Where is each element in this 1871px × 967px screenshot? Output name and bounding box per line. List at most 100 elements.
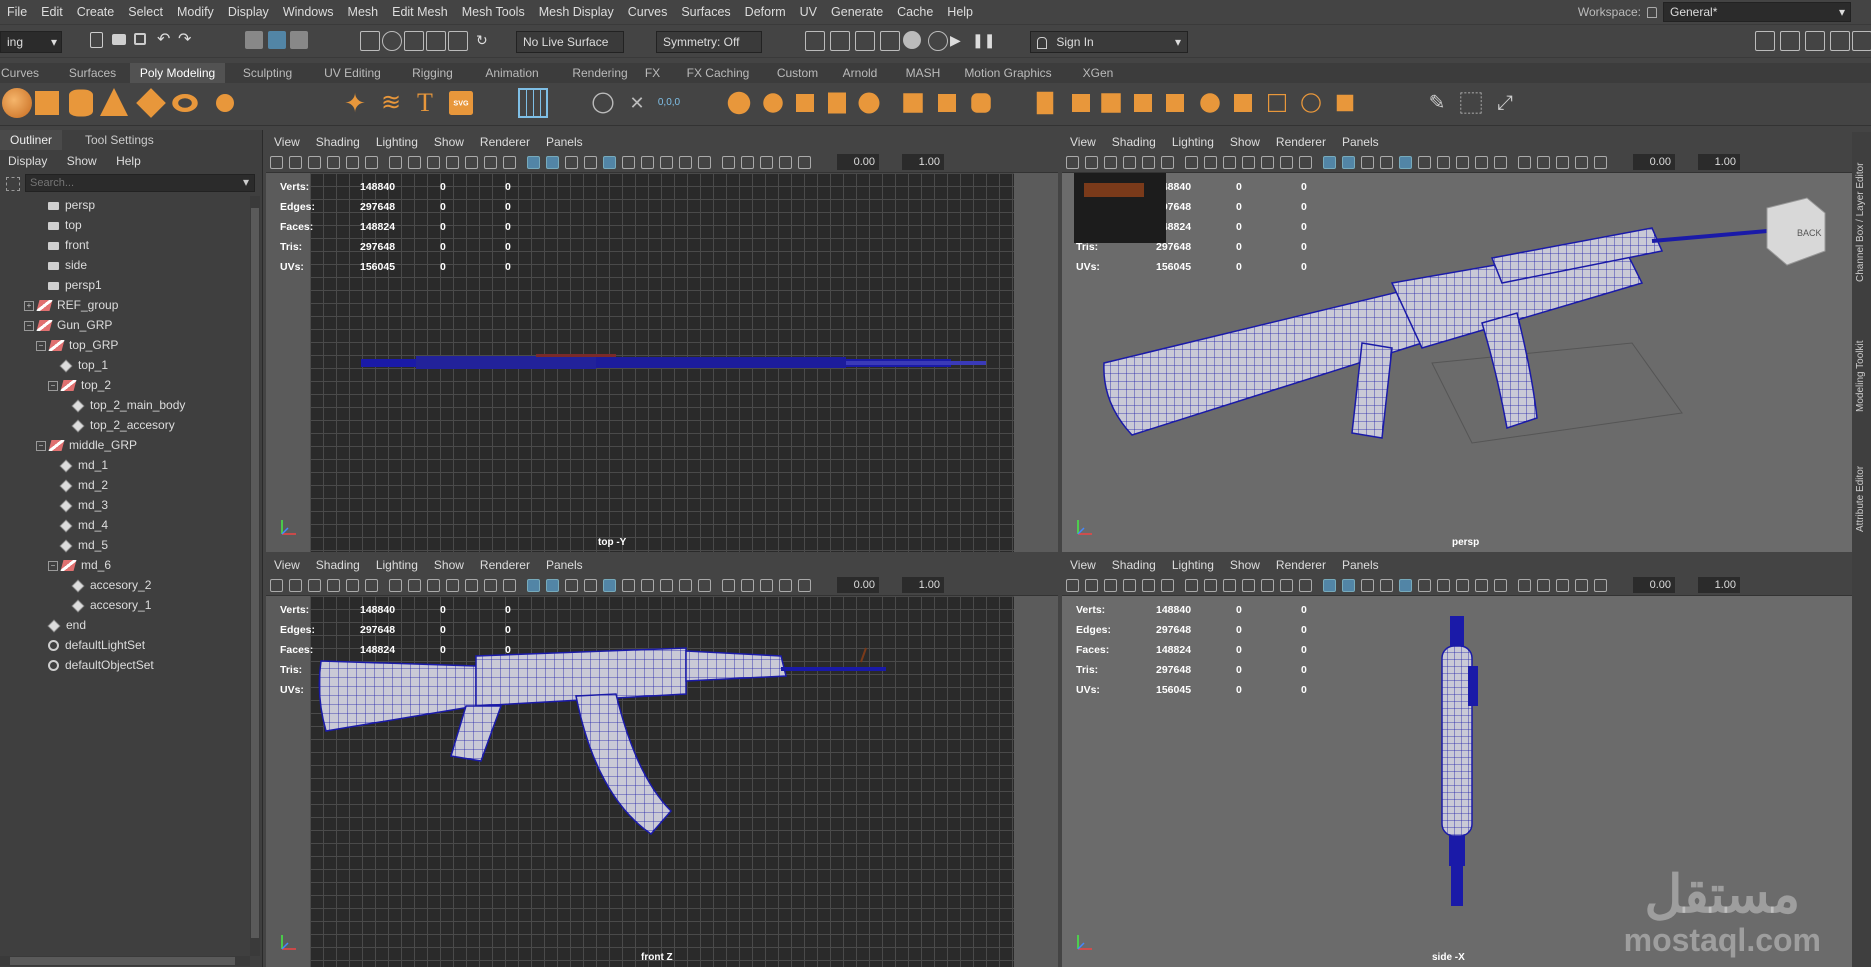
select-camera-icon[interactable] bbox=[270, 156, 283, 169]
screen-space-ao-icon[interactable] bbox=[660, 156, 673, 169]
safe-title-icon[interactable] bbox=[503, 579, 516, 592]
shelf-tab-uv-editing[interactable]: UV Editing bbox=[310, 63, 395, 83]
poly-cone-icon[interactable] bbox=[100, 88, 128, 116]
merge-icon[interactable] bbox=[1234, 94, 1252, 112]
outliner-item[interactable]: md_3 bbox=[59, 496, 108, 514]
layers-icon[interactable] bbox=[1852, 31, 1871, 51]
rifle-model-front-view[interactable] bbox=[266, 596, 1058, 967]
viewport-menu-shading[interactable]: Shading bbox=[1104, 555, 1164, 575]
poly-disc-icon[interactable] bbox=[216, 94, 234, 112]
rifle-model-persp-view[interactable]: BACK bbox=[1062, 173, 1852, 552]
outliner-item[interactable]: accesory_1 bbox=[71, 596, 151, 614]
outliner-item[interactable]: − top_2 bbox=[48, 376, 111, 394]
tab-attribute-editor[interactable]: Attribute Editor bbox=[1855, 432, 1866, 532]
use-all-lights-icon[interactable] bbox=[622, 156, 635, 169]
motion-blur-icon[interactable] bbox=[1475, 579, 1488, 592]
gamma-field[interactable]: 1.00 bbox=[902, 154, 944, 170]
outliner-vertical-scrollbar[interactable] bbox=[250, 196, 260, 956]
measure-icon[interactable] bbox=[592, 92, 614, 114]
select-camera-icon[interactable] bbox=[1066, 156, 1079, 169]
outliner-item[interactable]: md_4 bbox=[59, 516, 108, 534]
2d-pan-zoom-icon[interactable] bbox=[1142, 156, 1155, 169]
tab-channel-box[interactable]: Channel Box / Layer Editor bbox=[1855, 142, 1866, 282]
motion-blur-icon[interactable] bbox=[679, 579, 692, 592]
xray-icon[interactable] bbox=[760, 156, 773, 169]
new-scene-icon[interactable] bbox=[90, 32, 103, 48]
xray-components-icon[interactable] bbox=[798, 579, 811, 592]
xray-joints-icon[interactable] bbox=[779, 156, 792, 169]
use-all-lights-icon[interactable] bbox=[622, 579, 635, 592]
safe-action-icon[interactable] bbox=[1280, 156, 1293, 169]
grease-pencil-icon[interactable] bbox=[1161, 579, 1174, 592]
select-component-icon[interactable] bbox=[290, 31, 308, 49]
sculpt-brush-icon[interactable]: ✎ bbox=[1422, 88, 1452, 118]
wireframe-icon[interactable] bbox=[1323, 156, 1336, 169]
menu-select[interactable]: Select bbox=[121, 0, 170, 24]
depth-of-field-icon[interactable] bbox=[1518, 156, 1531, 169]
xray-components-icon[interactable] bbox=[798, 156, 811, 169]
bevel-icon[interactable] bbox=[1134, 94, 1152, 112]
collapse-icon[interactable]: − bbox=[48, 380, 58, 391]
default-material-icon[interactable] bbox=[565, 156, 578, 169]
menu-help[interactable]: Help bbox=[940, 0, 980, 24]
xray-joints-icon[interactable] bbox=[1575, 156, 1588, 169]
render-settings-icon[interactable] bbox=[928, 31, 948, 51]
viewport-canvas[interactable]: Verts:14884000Edges:29764800Faces:148824… bbox=[266, 596, 1058, 967]
wireframe-on-shaded-icon[interactable] bbox=[584, 156, 597, 169]
viewport-menu-lighting[interactable]: Lighting bbox=[1164, 132, 1222, 152]
bookmarks-icon[interactable] bbox=[308, 579, 321, 592]
outliner-item[interactable]: top_2_main_body bbox=[71, 396, 185, 414]
ipr-render-icon[interactable] bbox=[903, 31, 921, 49]
viewport-front[interactable]: View Shading Lighting Show Renderer Panels 0.0… bbox=[266, 555, 1058, 967]
viewport-menu-shading[interactable]: Shading bbox=[1104, 132, 1164, 152]
resolution-gate-icon[interactable] bbox=[427, 156, 440, 169]
slide-edge-icon[interactable]: ⤢ bbox=[1490, 88, 1520, 118]
snap-point-icon[interactable] bbox=[404, 31, 424, 51]
viewport-menu-view[interactable]: View bbox=[1062, 132, 1104, 152]
outliner-item[interactable]: md_5 bbox=[59, 536, 108, 554]
viewport-menu-lighting[interactable]: Lighting bbox=[368, 132, 426, 152]
menu-create[interactable]: Create bbox=[70, 0, 122, 24]
exposure-field[interactable]: 0.00 bbox=[837, 577, 879, 593]
shelf-tab-fx-caching[interactable]: FX Caching bbox=[678, 63, 758, 83]
target-weld-icon[interactable] bbox=[1460, 92, 1482, 114]
outliner-item[interactable]: accesory_2 bbox=[71, 576, 151, 594]
gamma-field[interactable]: 1.00 bbox=[902, 577, 944, 593]
shelf-tab-curves[interactable]: Curves bbox=[0, 63, 40, 83]
depth-of-field-icon[interactable] bbox=[722, 156, 735, 169]
chevron-down-icon[interactable]: ▾ bbox=[243, 175, 249, 189]
viewport-menu-view[interactable]: View bbox=[1062, 555, 1104, 575]
outliner-item[interactable]: front bbox=[48, 236, 89, 254]
tab-tool-settings[interactable]: Tool Settings bbox=[75, 130, 164, 150]
camera-attributes-icon[interactable] bbox=[289, 579, 302, 592]
poly-torus-icon[interactable] bbox=[172, 94, 198, 112]
default-material-icon[interactable] bbox=[1361, 579, 1374, 592]
gate-mask-icon[interactable] bbox=[1242, 579, 1255, 592]
wedge-icon[interactable] bbox=[1336, 94, 1354, 112]
viewport-menu-renderer[interactable]: Renderer bbox=[1268, 132, 1334, 152]
symmetry-dropdown[interactable]: Symmetry: Off bbox=[656, 31, 762, 53]
field-chart-icon[interactable] bbox=[465, 156, 478, 169]
wireframe-icon[interactable] bbox=[527, 156, 540, 169]
wireframe-on-shaded-icon[interactable] bbox=[1380, 156, 1393, 169]
tab-modeling-toolkit[interactable]: Modeling Toolkit bbox=[1855, 312, 1866, 412]
film-gate-icon[interactable] bbox=[1204, 156, 1217, 169]
menu-deform[interactable]: Deform bbox=[738, 0, 793, 24]
shelf-tab-fx[interactable]: FX bbox=[640, 63, 665, 83]
type-icon[interactable]: T bbox=[410, 88, 440, 118]
snap-reset-icon[interactable]: ↻ bbox=[476, 31, 494, 49]
camera-attributes-icon[interactable] bbox=[1085, 579, 1098, 592]
shelf-tab-custom[interactable]: Custom bbox=[770, 63, 825, 83]
xray-components-icon[interactable] bbox=[1594, 156, 1607, 169]
mirror-icon[interactable] bbox=[938, 94, 956, 112]
bookmarks-icon[interactable] bbox=[1104, 579, 1117, 592]
sweep-mesh-icon[interactable]: ≋ bbox=[376, 88, 406, 118]
film-gate-icon[interactable] bbox=[408, 156, 421, 169]
exposure-field[interactable]: 0.00 bbox=[1633, 154, 1675, 170]
isolate-select-icon[interactable] bbox=[741, 156, 754, 169]
outliner-item[interactable]: top bbox=[48, 216, 82, 234]
outliner-item[interactable]: + REF_group bbox=[24, 296, 118, 314]
snap-surface-icon[interactable] bbox=[448, 31, 468, 51]
shadows-icon[interactable] bbox=[641, 579, 654, 592]
depth-of-field-icon[interactable] bbox=[1518, 579, 1531, 592]
